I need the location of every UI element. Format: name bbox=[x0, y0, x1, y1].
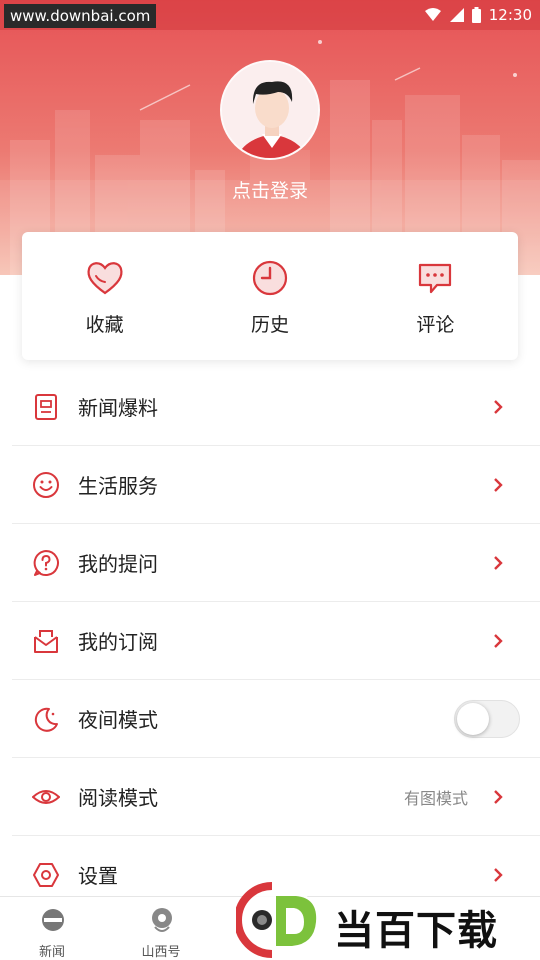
login-prompt[interactable]: 点击登录 bbox=[0, 176, 540, 203]
eye-icon bbox=[32, 790, 60, 804]
menu-item-news-tip[interactable]: 新闻爆料 bbox=[12, 368, 540, 446]
settings-menu: 新闻爆料 生活服务 我的提问 我的订阅 夜间模式 阅读模式 有图模式 设置 bbox=[12, 368, 540, 914]
nav-tab-shanxi-hao[interactable]: 山西号 bbox=[111, 897, 211, 960]
news-icon bbox=[42, 909, 64, 931]
quick-action-comments[interactable]: 评论 bbox=[353, 232, 518, 360]
hexagon-settings-icon bbox=[33, 863, 59, 887]
menu-item-label: 生活服务 bbox=[78, 474, 158, 498]
question-icon bbox=[33, 550, 59, 576]
comment-icon bbox=[419, 263, 452, 294]
quick-action-history[interactable]: 历史 bbox=[187, 232, 352, 360]
document-icon bbox=[35, 394, 57, 420]
reading-mode-value: 有图模式 bbox=[403, 788, 468, 808]
smiley-icon bbox=[33, 472, 59, 498]
avatar[interactable] bbox=[220, 60, 320, 160]
menu-item-life-services[interactable]: 生活服务 bbox=[12, 446, 540, 524]
quick-actions-card: 收藏 历史 评论 bbox=[22, 232, 518, 360]
nav-tab-label: 山西号 bbox=[141, 945, 181, 960]
chevron-right-icon bbox=[494, 400, 503, 414]
menu-item-night-mode: 夜间模式 bbox=[12, 680, 540, 758]
chevron-right-icon bbox=[494, 634, 503, 648]
chevron-right-icon bbox=[494, 556, 503, 570]
menu-item-my-questions[interactable]: 我的提问 bbox=[12, 524, 540, 602]
chevron-right-icon bbox=[494, 790, 503, 804]
inbox-icon bbox=[34, 630, 58, 653]
battery-icon bbox=[471, 7, 481, 23]
status-time: 12:30 bbox=[488, 6, 532, 24]
menu-item-my-subscriptions[interactable]: 我的订阅 bbox=[12, 602, 540, 680]
menu-item-label: 新闻爆料 bbox=[78, 396, 158, 420]
quick-action-label: 历史 bbox=[250, 314, 289, 336]
location-icon bbox=[152, 908, 172, 932]
wifi-icon bbox=[424, 8, 441, 21]
menu-item-label: 设置 bbox=[78, 864, 118, 888]
menu-item-label: 夜间模式 bbox=[78, 708, 158, 732]
quick-action-favorites[interactable]: 收藏 bbox=[22, 232, 187, 360]
status-icons: 12:30 bbox=[424, 4, 532, 26]
brand-watermark: 当百下载 bbox=[234, 878, 540, 960]
brand-watermark-text: 当百下载 bbox=[334, 908, 498, 954]
user-avatar-icon bbox=[222, 62, 318, 158]
menu-item-label: 阅读模式 bbox=[78, 786, 158, 810]
signal-icon bbox=[449, 8, 464, 22]
status-bar: www.downbai.com 12:30 bbox=[0, 0, 540, 30]
quick-action-label: 评论 bbox=[416, 314, 455, 336]
menu-item-label: 我的提问 bbox=[78, 552, 158, 576]
night-mode-toggle[interactable] bbox=[454, 700, 520, 738]
menu-item-reading-mode[interactable]: 阅读模式 有图模式 bbox=[12, 758, 540, 836]
nav-tab-news[interactable]: 新闻 bbox=[2, 897, 102, 960]
heart-icon bbox=[87, 262, 123, 295]
quick-action-label: 收藏 bbox=[85, 314, 124, 336]
moon-icon bbox=[34, 707, 58, 732]
menu-item-label: 我的订阅 bbox=[78, 630, 158, 654]
chevron-right-icon bbox=[494, 478, 503, 492]
site-watermark-url: www.downbai.com bbox=[4, 4, 157, 28]
nav-tab-label: 新闻 bbox=[38, 945, 65, 960]
clock-icon bbox=[252, 260, 288, 296]
brand-logo-icon bbox=[234, 882, 317, 958]
toggle-knob bbox=[457, 703, 489, 735]
